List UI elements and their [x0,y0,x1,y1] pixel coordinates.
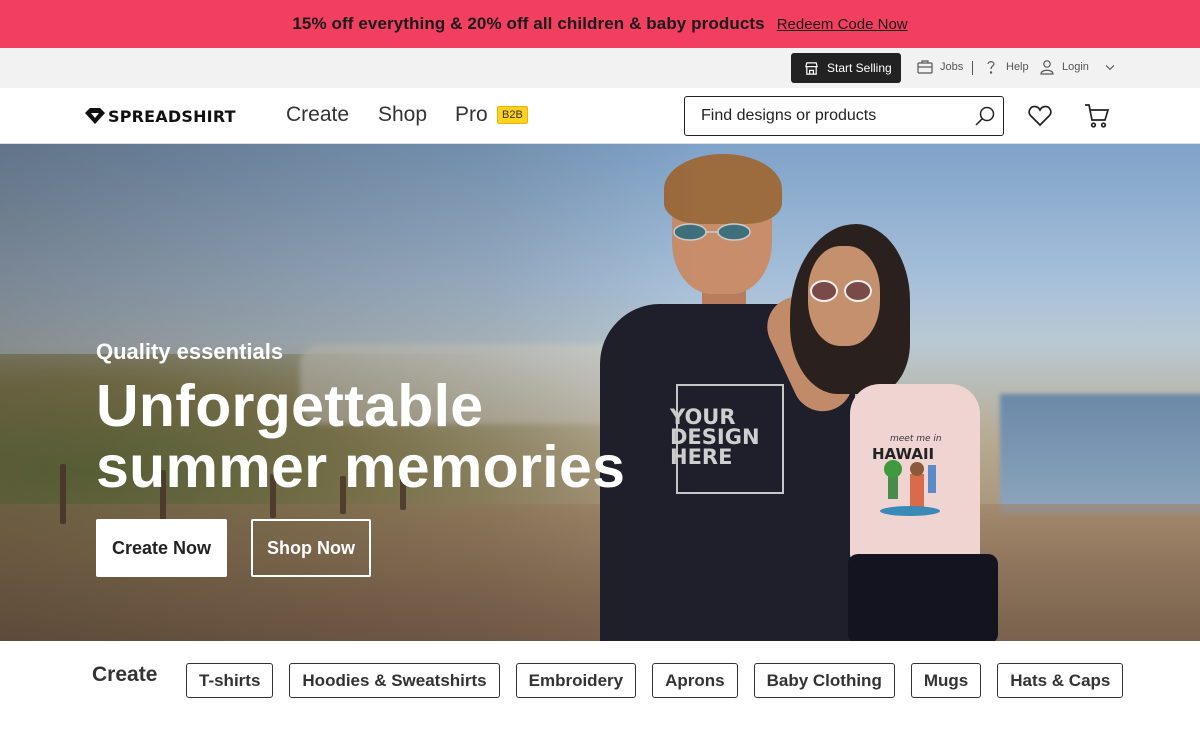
chevron-down-icon [1105,65,1115,71]
utility-divider [972,61,973,75]
tank-print-line: meet me in [890,434,942,444]
hawaii-print: meet me in HAWAII [872,434,942,516]
help-link[interactable]: Help [982,58,1029,76]
sunglasses-icon [810,280,872,302]
login-label: Login [1062,61,1089,73]
chip-tshirts[interactable]: T-shirts [186,663,274,698]
utility-bar: Start Selling Jobs Help Login [0,48,1200,88]
tank-print-line: HAWAII [872,445,934,463]
nav-create[interactable]: Create [286,103,349,127]
promo-text: 15% off everything & 20% off all childre… [292,14,765,33]
chip-embroidery[interactable]: Embroidery [515,663,637,698]
heart-icon[interactable] [1027,103,1053,129]
chip-baby-clothing[interactable]: Baby Clothing [753,663,895,698]
chip-hats-caps[interactable]: Hats & Caps [997,663,1124,698]
start-selling-label: Start Selling [827,61,892,75]
question-icon [987,61,995,74]
cart-icon[interactable] [1083,102,1110,129]
jobs-link[interactable]: Jobs [916,58,963,76]
redeem-code-link[interactable]: Redeem Code Now [777,16,908,33]
logo-text: SPREADSHIRT [108,106,236,126]
hero-background-sea [1000,394,1200,514]
nav-shop[interactable]: Shop [378,103,427,127]
categories-heading: Create [92,663,158,686]
create-categories: Create T-shirts Hoodies & Sweatshirts Em… [0,641,1200,750]
hero-title: Unforgettable summer memories [96,376,625,498]
b2b-badge: B2B [497,106,528,124]
search-icon[interactable] [973,105,997,129]
woman-pants [848,554,998,641]
spreadshirt-logo[interactable]: SPREADSHIRT [84,106,236,126]
hero-eyebrow: Quality essentials [96,339,284,364]
start-selling-button[interactable]: Start Selling [791,53,901,83]
hero-banner: YOUR DESIGN HERE meet me in HAWAII Quali… [0,144,1200,641]
shop-now-button[interactable]: Shop Now [251,519,371,577]
category-chips: T-shirts Hoodies & Sweatshirts Embroider… [186,663,1124,698]
user-icon [1040,60,1054,75]
chip-aprons[interactable]: Aprons [652,663,738,698]
create-now-button[interactable]: Create Now [96,519,227,577]
briefcase-icon [917,60,933,74]
jobs-label: Jobs [940,61,964,73]
help-label: Help [1006,61,1029,73]
search-box [684,96,1004,136]
promo-banner: 15% off everything & 20% off all childre… [0,0,1200,48]
hero-title-line: Unforgettable [96,373,484,439]
chip-hoodies[interactable]: Hoodies & Sweatshirts [289,663,500,698]
search-input[interactable] [701,106,961,126]
main-header: SPREADSHIRT Create Shop Pro B2B [0,88,1200,144]
store-icon [805,61,818,75]
logo-mark-icon [85,108,105,124]
hero-title-line: summer memories [96,434,626,500]
model-woman: meet me in HAWAII [757,224,1010,641]
nav-pro[interactable]: Pro [455,103,488,127]
chip-mugs[interactable]: Mugs [910,663,982,698]
login-menu[interactable]: Login [1038,58,1117,76]
